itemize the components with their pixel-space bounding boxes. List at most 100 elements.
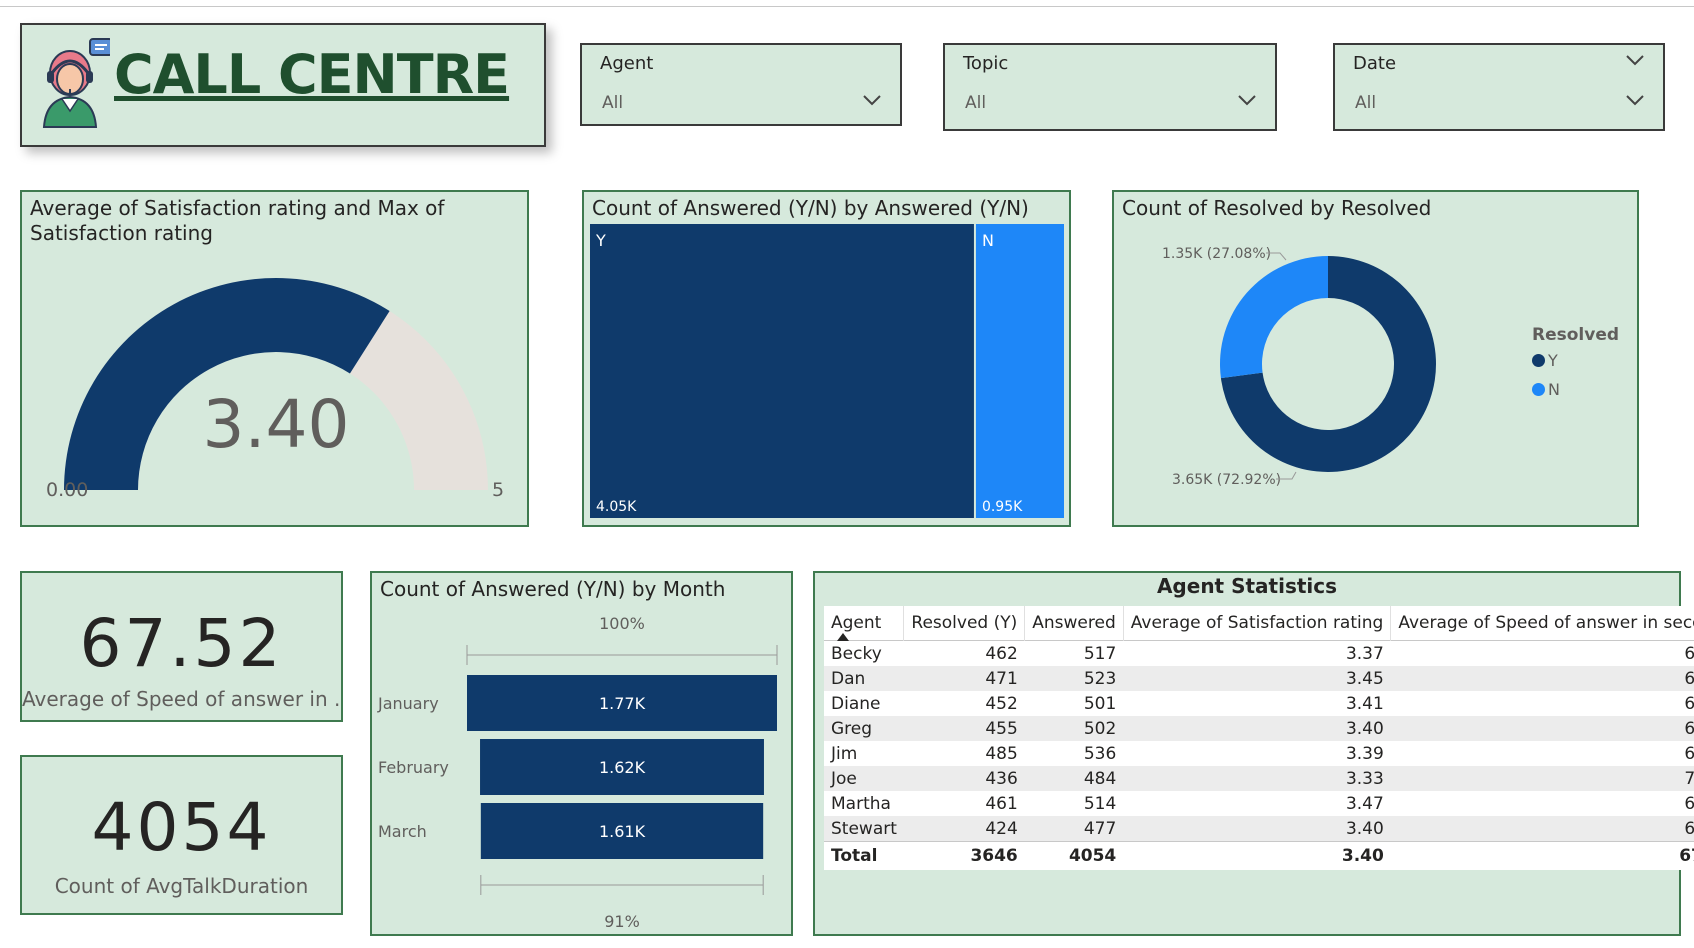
total-satisfaction: 3.40 <box>1123 841 1391 870</box>
cell-agent: Dan <box>831 668 866 689</box>
cell-agent: Greg <box>831 718 873 739</box>
table-row[interactable]: Dan 471 523 3.45 67.28 <box>824 666 1694 691</box>
cell-agent: Jim <box>831 743 858 764</box>
table-header-row: Agent Resolved (Y) Answered Average of S… <box>824 606 1694 641</box>
gauge-value-label: 3.40 <box>203 386 350 463</box>
date-slicer[interactable]: Date All <box>1333 43 1665 131</box>
cell-resolved: 462 <box>985 643 1018 664</box>
chevron-down-icon[interactable] <box>1625 53 1645 67</box>
table-row[interactable]: Martha 461 514 3.47 69.49 <box>824 791 1694 816</box>
agent-stats-panel: Agent Statistics Agent Resolved (Y) Answ… <box>813 571 1694 936</box>
cell-answered: 514 <box>1083 793 1117 814</box>
table-row[interactable]: Jim 485 536 3.39 66.34 <box>824 741 1694 766</box>
agent-slicer[interactable]: Agent All <box>580 43 902 126</box>
legend-label-y: Y <box>1548 351 1558 370</box>
legend-marker-n <box>1532 383 1545 396</box>
treemap-tile-n[interactable] <box>975 224 1064 518</box>
funnel-month-label: March <box>378 822 427 841</box>
cell-resolved: 452 <box>985 693 1018 714</box>
cell-resolved: 471 <box>985 668 1018 689</box>
funnel-bar-value: 1.77K <box>599 694 646 713</box>
treemap-tile-name: Y <box>595 231 606 250</box>
cell-satisfaction: 3.39 <box>1345 743 1384 764</box>
kpi-count-label: Count of AvgTalkDuration <box>54 874 309 898</box>
treemap-tile-name: N <box>982 231 994 250</box>
gauge-min-label: 0.00 <box>46 479 88 501</box>
donut-panel: Count of Resolved by Resolved 3.65K (72.… <box>1112 190 1639 527</box>
topic-slicer[interactable]: Topic All <box>943 43 1277 131</box>
chevron-down-icon[interactable] <box>1625 93 1645 107</box>
date-slicer-value: All <box>1355 93 1377 113</box>
table-row[interactable]: Diane 452 501 3.41 66.27 <box>824 691 1694 716</box>
cell-agent: Martha <box>831 793 891 814</box>
donut-slice-n[interactable] <box>1220 256 1328 379</box>
funnel-bar-value: 1.62K <box>599 758 646 777</box>
cell-speed: 65.33 <box>1684 643 1694 664</box>
cell-satisfaction: 3.45 <box>1345 668 1384 689</box>
donut-label-y: 3.65K (72.92%) <box>1172 472 1281 488</box>
col-agent[interactable]: Agent <box>824 606 904 641</box>
cell-satisfaction: 3.41 <box>1345 693 1384 714</box>
table-row[interactable]: Joe 436 484 3.33 70.99 <box>824 766 1694 791</box>
donut-title: Count of Resolved by Resolved <box>1122 196 1432 220</box>
cell-answered: 484 <box>1083 768 1117 789</box>
total-speed: 67.52 <box>1390 841 1694 870</box>
funnel-top-scale <box>466 645 778 665</box>
agent-slicer-value: All <box>602 93 624 113</box>
cell-answered: 536 <box>1083 743 1117 764</box>
chevron-down-icon[interactable] <box>862 93 882 107</box>
legend-marker-y <box>1532 354 1545 367</box>
table-row[interactable]: Becky 462 517 3.37 65.33 <box>824 640 1694 666</box>
cell-resolved: 455 <box>985 718 1018 739</box>
sort-ascending-icon[interactable] <box>837 633 849 641</box>
cell-agent: Diane <box>831 693 881 714</box>
funnel-panel: Count of Answered (Y/N) by Month 100% 1.7… <box>370 571 793 936</box>
treemap-tile-value: 0.95K <box>982 499 1023 515</box>
topic-slicer-label: Topic <box>963 53 1009 74</box>
legend-item-n[interactable]: N <box>1532 380 1619 399</box>
gauge-title: Average of Satisfaction rating and Max o… <box>30 196 445 245</box>
col-resolved[interactable]: Resolved (Y) <box>903 606 1025 641</box>
cell-resolved: 461 <box>985 793 1018 814</box>
cell-agent: Joe <box>831 768 857 789</box>
funnel-month-label: January <box>377 694 439 713</box>
gauge-max-label: 5 <box>492 479 504 501</box>
gauge-chart: 3.40 0.00 5 <box>46 278 504 501</box>
cell-speed: 67.28 <box>1684 668 1694 689</box>
table-total-row: Total 3646 4054 3.40 67.52 <box>824 841 1694 870</box>
cell-answered: 517 <box>1083 643 1117 664</box>
col-satisfaction[interactable]: Average of Satisfaction rating <box>1122 606 1391 641</box>
table-row[interactable]: Greg 455 502 3.40 68.44 <box>824 716 1694 741</box>
cell-agent: Becky <box>831 643 882 664</box>
cell-speed: 66.27 <box>1684 693 1694 714</box>
legend-label-n: N <box>1548 380 1560 399</box>
table-container: Agent Resolved (Y) Answered Average of S… <box>824 606 1694 870</box>
col-speed[interactable]: Average of Speed of answer in seconds <box>1390 606 1694 641</box>
kpi-count-card: 4054 Count of AvgTalkDuration <box>20 755 343 915</box>
cell-resolved: 436 <box>985 768 1018 789</box>
funnel-bottom-pct: 91% <box>604 912 640 931</box>
kpi-speed-value: 67.52 <box>79 605 284 682</box>
funnel-top-pct: 100% <box>599 614 645 633</box>
chevron-down-icon[interactable] <box>1237 93 1257 107</box>
title-panel: CALL CENTRE <box>20 23 546 147</box>
legend-item-y[interactable]: Y <box>1532 351 1619 370</box>
cell-agent: Stewart <box>831 818 897 839</box>
cell-speed: 68.44 <box>1684 718 1694 739</box>
cell-speed: 66.34 <box>1684 743 1694 764</box>
cell-answered: 502 <box>1083 718 1117 739</box>
cell-speed: 66.18 <box>1684 818 1694 839</box>
col-answered[interactable]: Answered <box>1024 606 1124 641</box>
table-row[interactable]: Stewart 424 477 3.40 66.18 <box>824 816 1694 842</box>
call-agent-icon <box>42 38 110 128</box>
cell-satisfaction: 3.40 <box>1345 818 1384 839</box>
treemap-title: Count of Answered (Y/N) by Answered (Y/N… <box>592 196 1029 220</box>
cell-answered: 477 <box>1083 818 1117 839</box>
cell-answered: 523 <box>1083 668 1117 689</box>
date-slicer-label: Date <box>1353 53 1397 74</box>
funnel-chart: 100% 1.77K January 1.62K February 1.61K March 9… <box>377 614 778 931</box>
table-title: Agent Statistics <box>1156 574 1338 598</box>
treemap-tile-y[interactable] <box>590 224 974 518</box>
cell-satisfaction: 3.40 <box>1345 718 1384 739</box>
cell-resolved: 424 <box>985 818 1018 839</box>
